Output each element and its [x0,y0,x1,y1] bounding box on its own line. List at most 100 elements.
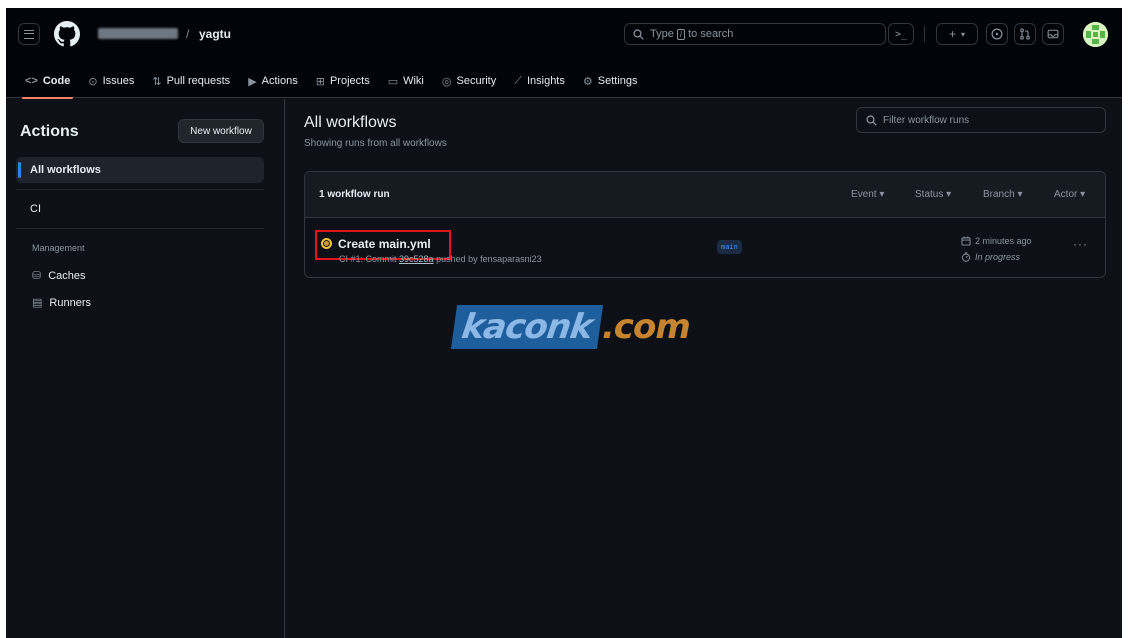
pull-requests-button[interactable] [1014,23,1036,45]
gear-icon: ⚙ [582,75,593,88]
tab-label: Issues [102,75,135,87]
sidebar-divider [16,189,264,190]
watermark: kaconk .com [450,304,691,350]
sidebar-item-all-workflows[interactable]: All workflows [16,157,264,183]
run-time-label: 2 minutes ago [975,236,1032,246]
sidebar-item-caches[interactable]: ⛁ Caches [32,269,86,283]
repo-name-link[interactable]: yagtu [199,27,231,41]
new-workflow-button[interactable]: New workflow [178,119,264,143]
sidebar-divider [16,228,264,229]
identicon-icon [1083,22,1108,47]
search-prefix: Type [650,28,674,40]
filter-workflow-runs-input[interactable]: Filter workflow runs [856,107,1106,133]
github-logo-icon[interactable] [54,21,80,47]
tab-label: Actions [261,75,298,87]
filter-label: Actor [1054,189,1078,200]
inbox-button[interactable] [1042,23,1064,45]
run-meta-prefix: CI #1: Commit [339,254,397,264]
sidebar-item-label: Caches [48,269,86,282]
tab-wiki[interactable]: ▭ Wiki [379,64,433,98]
chevron-down-icon: ▾ [1080,189,1086,200]
calendar-icon [961,236,971,246]
global-header: / yagtu Type / to search >_ + ▾ <> Code … [6,8,1122,99]
create-new-button[interactable]: + ▾ [936,23,978,45]
search-shortcut-key: / [676,28,686,40]
table-icon: ⊞ [315,75,325,88]
tab-label: Code [42,75,71,87]
search-icon [633,28,644,40]
tab-label: Security [456,75,497,87]
tab-pull-requests[interactable]: ⇅ Pull requests [143,64,239,98]
watermark-text: kaconk [459,307,595,347]
issue-opened-icon [991,28,1003,40]
run-title-link[interactable]: Create main.yml [338,237,431,251]
tab-issues[interactable]: ⊙ Issues [79,64,143,98]
tab-actions[interactable]: ▶ Actions [239,64,307,98]
watermark-domain: .com [601,307,691,347]
tab-code[interactable]: <> Code [16,64,79,99]
command-palette-button[interactable]: >_ [888,23,914,45]
inbox-icon [1047,29,1059,39]
hamburger-icon [24,29,34,39]
code-icon: <> [25,75,38,87]
database-icon: ⛁ [32,270,42,282]
event-filter-dropdown[interactable]: Event ▾ [851,189,884,200]
watermark-box: kaconk [450,305,603,349]
run-count: 1 workflow run [319,189,390,200]
git-pull-request-icon [1020,28,1030,40]
play-icon: ▶ [248,75,257,88]
actions-sidebar: Actions New workflow All workflows CI Ma… [6,99,285,638]
search-icon [866,114,877,126]
branch-filter-dropdown[interactable]: Branch ▾ [983,189,1023,200]
run-time: 2 minutes ago [961,236,1032,246]
menu-button[interactable] [18,23,40,45]
chevron-down-icon: ▾ [1017,189,1023,200]
kebab-horizontal-icon[interactable]: ··· [1073,237,1088,251]
page-title: All workflows [304,114,397,131]
status-filter-dropdown[interactable]: Status ▾ [915,189,951,200]
page-subtitle: Showing runs from all workflows [304,138,447,149]
sidebar-item-label: Runners [49,296,91,309]
run-status-label: In progress [975,252,1021,262]
commit-sha-link[interactable]: 39c528a [399,254,434,264]
filter-label: Event [851,189,877,200]
chevron-down-icon: ▾ [961,29,966,39]
tab-label: Settings [597,75,638,87]
run-status: In progress [961,252,1020,262]
run-meta-suffix: pushed by fensaparasni23 [436,254,542,264]
filter-placeholder: Filter workflow runs [883,114,970,126]
avatar[interactable] [1083,22,1108,47]
management-heading: Management [32,243,85,253]
repo-tab-nav: <> Code ⊙ Issues ⇅ Pull requests ▶ Actions ⊞… [16,64,647,99]
tab-security[interactable]: ◎ Security [433,64,505,98]
tab-settings[interactable]: ⚙ Settings [574,64,647,98]
tab-label: Pull requests [166,75,231,87]
search-suffix: to search [688,28,734,40]
chevron-down-icon: ▾ [946,189,952,200]
book-icon: ▭ [387,75,399,88]
runs-table-header: 1 workflow run Event ▾ Status ▾ Branch ▾… [305,172,1105,218]
actor-filter-dropdown[interactable]: Actor ▾ [1054,189,1085,200]
issue-icon: ⊙ [88,75,98,88]
filter-label: Status [915,189,944,200]
sidebar-item-ci[interactable]: CI [16,196,264,222]
tab-label: Wiki [403,75,424,87]
tab-projects[interactable]: ⊞ Projects [307,64,379,98]
pull-request-icon: ⇅ [152,75,162,88]
branch-badge[interactable]: main [717,240,742,254]
in-progress-status-icon [321,238,332,249]
run-meta: CI #1: Commit 39c528a pushed by fensapar… [339,254,542,264]
tab-insights[interactable]: ⟋ Insights [505,64,574,98]
search-input[interactable]: Type / to search [624,23,886,45]
tab-label: Insights [526,75,565,87]
top-bar: / yagtu Type / to search >_ + ▾ [6,8,1122,60]
plus-icon: + [948,27,956,41]
stopwatch-icon [961,252,971,262]
issues-button[interactable] [986,23,1008,45]
server-icon: ▤ [32,297,43,309]
workflow-runs-table: 1 workflow run Event ▾ Status ▾ Branch ▾… [304,171,1106,278]
repo-separator: / [186,27,190,41]
repo-owner-redacted[interactable] [98,28,178,39]
table-row[interactable]: Create main.yml CI #1: Commit 39c528a pu… [305,218,1105,277]
sidebar-item-runners[interactable]: ▤ Runners [32,296,91,310]
